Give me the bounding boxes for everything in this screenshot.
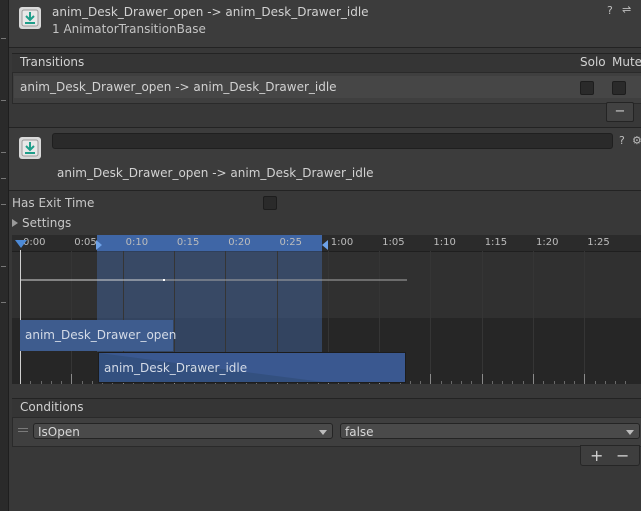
remove-condition-button[interactable]: − [616,446,629,465]
mute-column-label: Mute [612,55,641,69]
add-condition-button[interactable]: + [590,446,603,465]
strip-tick [1,152,6,153]
conditions-header [12,398,641,418]
timeline-label: 1:10 [433,237,456,248]
transitions-header [12,53,641,73]
timeline-minor-tick [420,381,422,384]
timeline-major-tick [430,374,432,384]
clip-idle-label: anim_Desk_Drawer_idle [104,361,248,375]
condition-parameter-dropdown[interactable]: IsOpen [33,423,333,439]
left-panel-strip [0,0,9,511]
timeline-minor-tick [543,381,545,384]
timeline-minor-tick [40,381,42,384]
timeline-minor-tick [512,381,514,384]
timeline-minor-tick [471,381,473,384]
help-icon[interactable]: ? [607,4,613,17]
timeline-minor-tick [409,381,411,384]
condition-value: false [345,425,374,439]
timeline-minor-tick [461,381,463,384]
timeline-label: 0:15 [176,237,200,248]
timeline-major-tick [481,374,483,384]
animator-transition-icon [19,7,41,29]
settings-foldout-label[interactable]: Settings [22,216,71,230]
drag-handle-icon[interactable] [18,428,28,429]
timeline-minor-tick [594,381,596,384]
has-exit-time-label: Has Exit Time [12,196,95,210]
solo-checkbox[interactable] [580,81,594,95]
timeline-label: 0:25 [279,237,302,248]
clip-open-label: anim_Desk_Drawer_open [25,328,177,342]
timeline-label: 1:05 [382,237,405,248]
clip-idle[interactable]: anim_Desk_Drawer_idle [98,352,406,383]
has-exit-time-checkbox[interactable] [263,196,277,210]
timeline-label: 1:00 [330,237,354,248]
conditions-header-label: Conditions [20,400,84,414]
timeline-minor-tick [440,381,442,384]
timeline-minor-tick [450,381,452,384]
timeline-label: 0:05 [74,237,97,248]
conditions-footer [580,445,640,466]
strip-tick [1,204,6,205]
timeline-minor-tick [625,381,627,384]
timeline-minor-tick [502,381,504,384]
transitions-header-label: Transitions [20,55,85,69]
timeline-minor-tick [91,381,93,384]
timeline-label: 1:20 [536,237,559,248]
timeline-label: 1:15 [484,237,508,248]
chevron-down-icon [319,430,327,435]
transition-name-field[interactable] [52,133,613,149]
timeline-minor-tick [615,381,617,384]
settings-foldout-icon[interactable] [12,219,18,227]
timeline-minor-tick [30,381,32,384]
timeline-minor-tick [563,381,565,384]
clip-open[interactable]: anim_Desk_Drawer_open [20,320,177,351]
timeline-minor-tick [522,381,524,384]
strip-tick [1,38,6,39]
transition-start-marker-icon[interactable] [96,240,102,250]
timeline-major-tick [584,374,586,384]
timeline-minor-tick [574,381,576,384]
timeline-minor-tick [81,381,83,384]
timeline-minor-tick [604,381,606,384]
timeline-label: 1:25 [587,237,610,248]
remove-transition-button[interactable]: − [606,102,634,122]
chevron-down-icon [626,430,634,435]
strip-tick [1,302,6,303]
detail-help-icon[interactable]: ? [619,134,625,147]
solo-column-label: Solo [580,55,606,69]
timeline-label: 0:20 [228,237,251,248]
condition-parameter-value: IsOpen [38,425,80,439]
strip-tick [1,100,6,101]
transition-weight-curve [20,279,407,281]
condition-value-dropdown[interactable]: false [340,423,640,439]
timeline-label: 0:10 [125,237,149,248]
timeline-minor-tick [491,381,493,384]
strip-tick [1,178,6,179]
timeline-minor-tick [61,381,63,384]
timeline-major-tick [71,374,73,384]
timeline-major-tick [533,374,534,384]
transition-detail-icon [19,137,41,159]
detail-gear-icon[interactable]: ⚙ [632,134,641,147]
transition-detail-label: anim_Desk_Drawer_open -> anim_Desk_Drawe… [57,166,374,180]
inspector-subtitle: 1 AnimatorTransitionBase [52,22,206,36]
mute-checkbox[interactable] [612,81,626,95]
timeline-minor-tick [553,381,555,384]
inspector-title: anim_Desk_Drawer_open -> anim_Desk_Drawe… [52,5,369,19]
strip-tick [1,266,6,267]
transition-item-label: anim_Desk_Drawer_open -> anim_Desk_Drawe… [20,80,337,94]
preset-settings-icon[interactable]: ⇌ [622,3,631,16]
transition-end-marker-icon[interactable] [322,240,328,250]
timeline-minor-tick [50,381,52,384]
playhead-marker-icon[interactable] [15,240,27,248]
